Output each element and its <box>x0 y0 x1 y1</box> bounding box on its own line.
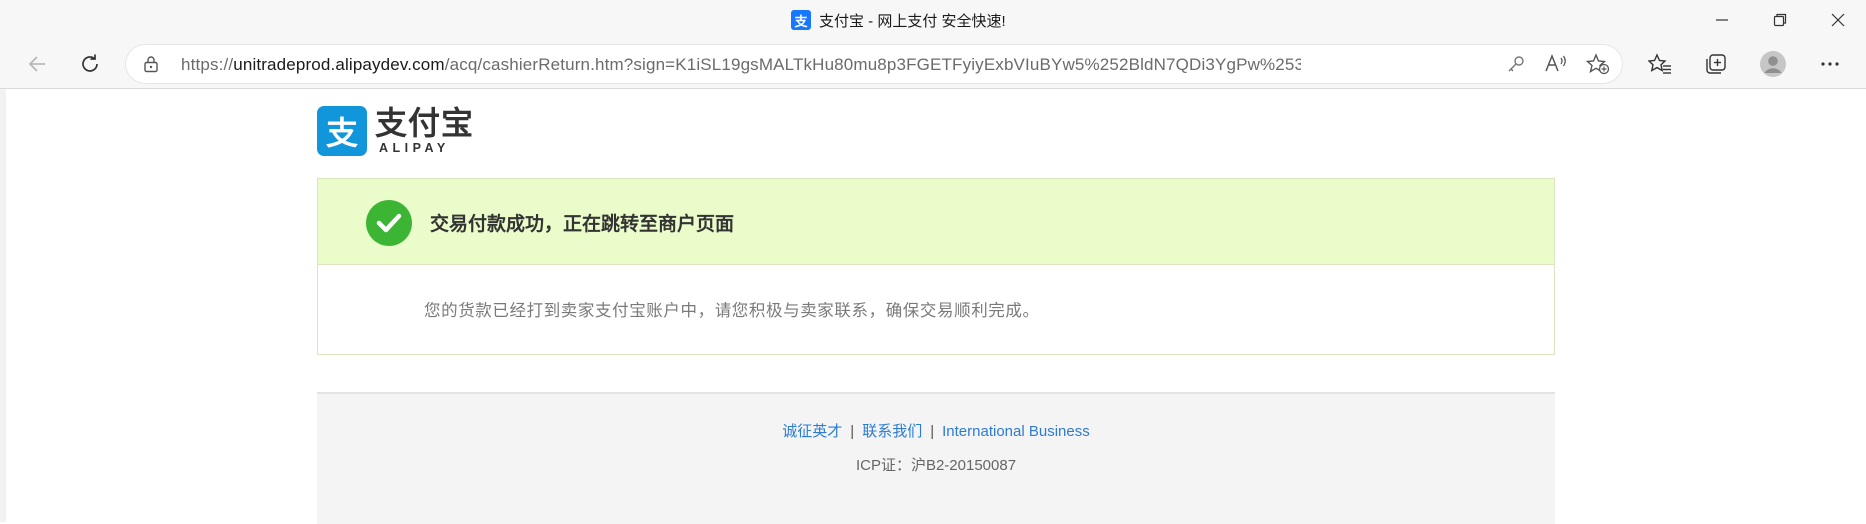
profile-icon <box>1760 51 1786 77</box>
page-content: 支 支付宝 ALIPAY 交易付款成功，正在跳转至商户页面 您的货款已经打到卖家… <box>0 89 1866 524</box>
refresh-icon <box>82 54 98 72</box>
favorites-icon <box>1648 53 1671 74</box>
address-bar[interactable]: https://unitradeprod.alipaydev.com/acq/c… <box>126 45 1622 83</box>
restore-button[interactable] <box>1752 0 1808 40</box>
result-header: 交易付款成功，正在跳转至商户页面 <box>318 179 1554 265</box>
key-icon[interactable] <box>1504 53 1528 75</box>
footer-separator: | <box>930 423 935 440</box>
logo-name-en: ALIPAY <box>379 141 450 155</box>
result-description: 您的货款已经打到卖家支付宝账户中，请您积极与卖家联系，确保交易顺利完成。 <box>424 302 1040 320</box>
favicon-glyph: 支 <box>794 13 808 29</box>
more-icon <box>1821 62 1839 66</box>
add-favorite-icon[interactable] <box>1586 53 1610 75</box>
read-aloud-icon[interactable] <box>1544 53 1568 75</box>
logo-mark-glyph: 支 <box>325 115 358 151</box>
collections-icon <box>1706 54 1726 74</box>
refresh-button[interactable] <box>72 46 108 82</box>
close-icon <box>1831 13 1845 27</box>
back-button[interactable] <box>19 46 55 82</box>
browser-titlebar: 支 支付宝 - 网上支付 安全快速! <box>0 0 1866 40</box>
footer-links: 诚征英才 | 联系我们 | International Business <box>317 420 1555 441</box>
alipay-favicon-icon: 支 <box>791 10 811 30</box>
favorites-button[interactable] <box>1642 46 1678 82</box>
alipay-logo-icon: 支 <box>317 106 367 156</box>
url-scheme: https:// <box>181 55 234 74</box>
payment-result-panel: 交易付款成功，正在跳转至商户页面 您的货款已经打到卖家支付宝账户中，请您积极与卖… <box>317 178 1555 355</box>
check-circle-icon <box>366 200 412 246</box>
url-text[interactable]: https://unitradeprod.alipaydev.com/acq/c… <box>181 55 1301 75</box>
more-button[interactable] <box>1812 46 1848 82</box>
minimize-button[interactable] <box>1694 0 1750 40</box>
minimize-icon <box>1716 19 1728 21</box>
url-host: unitradeprod.alipaydev.com <box>233 55 445 74</box>
window-title: 支付宝 - 网上支付 安全快速! <box>819 12 1006 30</box>
footer-link-careers[interactable]: 诚征英才 <box>782 423 842 440</box>
collections-button[interactable] <box>1698 46 1734 82</box>
alipay-logo[interactable]: 支 支付宝 ALIPAY <box>317 106 474 156</box>
window-title-group: 支 支付宝 - 网上支付 安全快速! <box>791 9 1006 31</box>
footer-separator: | <box>850 423 855 440</box>
result-title: 交易付款成功，正在跳转至商户页面 <box>430 213 735 235</box>
page-footer: 诚征英才 | 联系我们 | International Business ICP证：沪B… <box>317 392 1555 524</box>
url-path: /acq/cashierReturn.htm?sign=K1iSL19gsMAL… <box>444 55 1301 74</box>
logo-name-cn: 支付宝 <box>375 105 475 141</box>
restore-icon <box>1773 13 1787 27</box>
lock-icon[interactable] <box>142 55 160 73</box>
arrow-left-icon <box>28 56 45 72</box>
footer-link-contact[interactable]: 联系我们 <box>862 423 922 440</box>
icp-license: ICP证：沪B2-20150087 <box>855 457 1017 474</box>
logo-wordmark: 支付宝 ALIPAY <box>375 106 474 156</box>
browser-toolbar: https://unitradeprod.alipaydev.com/acq/c… <box>0 40 1866 89</box>
close-button[interactable] <box>1810 0 1866 40</box>
footer-link-international[interactable]: International Business <box>942 423 1090 440</box>
profile-avatar[interactable] <box>1755 46 1791 82</box>
